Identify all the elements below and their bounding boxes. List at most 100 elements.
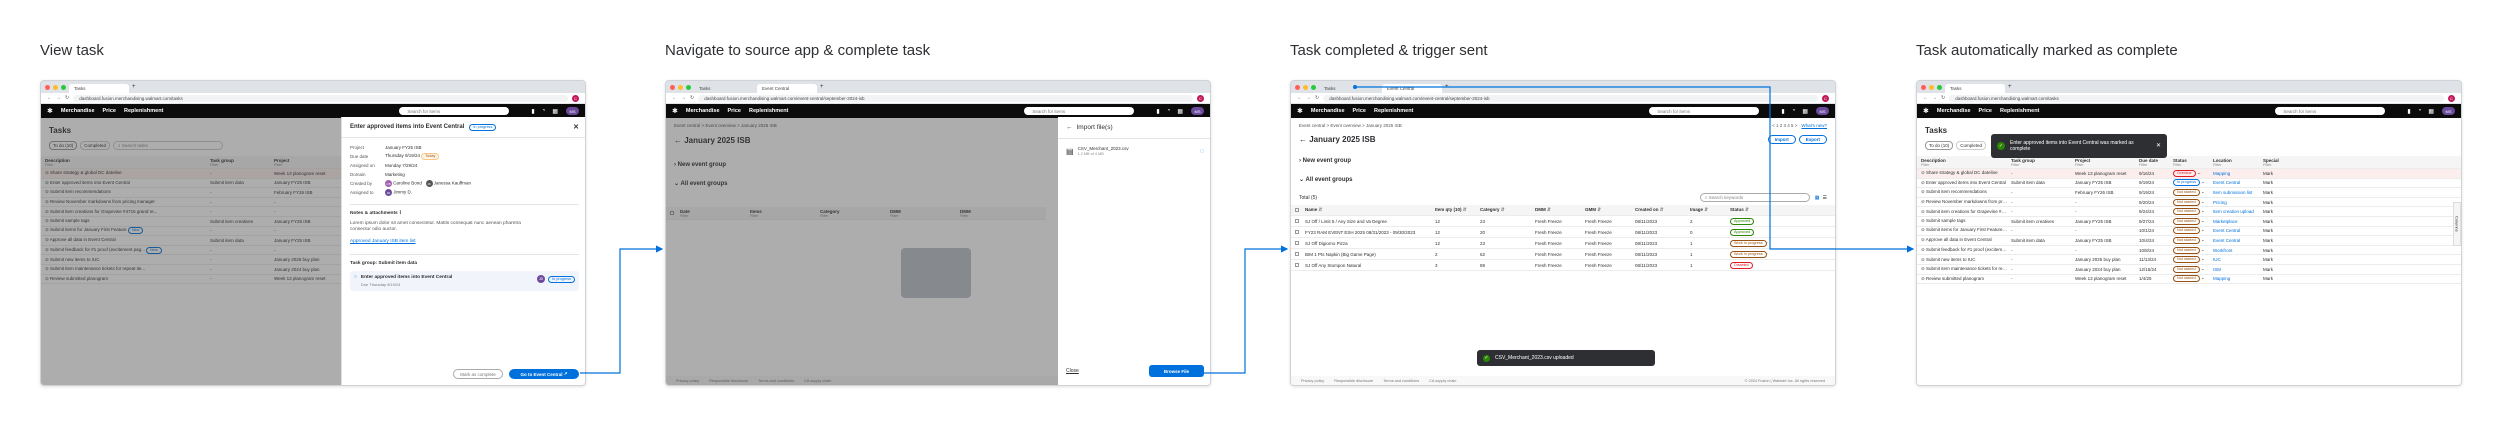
row-checkbox[interactable] xyxy=(1295,251,1299,256)
bell-icon[interactable]: ◔ xyxy=(2418,108,2422,115)
apps-grid-icon[interactable]: ▦ xyxy=(1177,108,1183,115)
column-header[interactable]: Task group Filter xyxy=(2011,158,2075,167)
browser-tab-tasks[interactable]: Tasks xyxy=(694,84,754,93)
spark-logo-icon[interactable]: ✱ xyxy=(672,107,678,115)
table-row[interactable]: FY23 RAM EVENT ESH 2025 08/31/2023 - 09/… xyxy=(1291,227,1835,238)
mark-complete-button[interactable]: Mark as complete xyxy=(453,369,503,379)
task-status[interactable]: Not started ⌄ xyxy=(2173,227,2213,235)
apps-grid-icon[interactable]: ▦ xyxy=(552,108,558,115)
bell-icon[interactable]: ◔ xyxy=(1792,108,1796,115)
minimize-dot-icon[interactable] xyxy=(53,84,58,90)
url-field[interactable]: dashboard.fusion.merchandising.walmart.c… xyxy=(698,94,1193,102)
table-row[interactable]: ⊘ Review November markdowns from pricing… xyxy=(1917,198,2461,208)
column-header[interactable]: Created on ⇵ xyxy=(1635,207,1690,213)
global-search-input[interactable]: Search for items xyxy=(1024,107,1135,115)
export-button[interactable]: Export xyxy=(1798,135,1827,144)
url-field[interactable]: dashboard.fusion.merchandising.walmart.c… xyxy=(1949,94,2444,102)
user-avatar[interactable]: MS xyxy=(566,107,579,115)
browser-profile-avatar[interactable]: C xyxy=(1197,94,1204,102)
filter-todo[interactable]: To do (10) xyxy=(1925,141,1954,150)
close-dot-icon[interactable] xyxy=(670,84,675,90)
filter-completed[interactable]: Completed xyxy=(1956,141,1987,150)
task-status[interactable]: In progress ⌄ xyxy=(2173,179,2213,187)
table-row[interactable]: ⊘ Submit item creations for Grapevine #4… xyxy=(1917,207,2461,217)
footer-link[interactable]: CA supply chain xyxy=(1429,379,1456,383)
nav-replenishment[interactable]: Replenishment xyxy=(2000,108,2039,114)
forward-icon[interactable]: → xyxy=(1932,95,1937,101)
spark-logo-icon[interactable]: ✱ xyxy=(47,107,53,115)
browser-tab[interactable]: Tasks xyxy=(1945,84,2005,93)
browser-profile-avatar[interactable]: C xyxy=(1822,94,1829,102)
apps-grid-icon[interactable]: ▦ xyxy=(1802,108,1808,115)
minimize-dot-icon[interactable] xyxy=(678,84,683,90)
new-tab-icon[interactable]: + xyxy=(1445,84,1449,90)
close-icon[interactable]: ✕ xyxy=(2156,143,2161,149)
task-location-link[interactable]: Pricing xyxy=(2213,200,2263,205)
maximize-dot-icon[interactable] xyxy=(1937,84,1942,90)
nav-merchandise[interactable]: Merchandise xyxy=(61,108,95,114)
table-row[interactable]: SJ Off Any Stompon Natural 3 89 Fresh Freez… xyxy=(1291,260,1835,271)
task-location-link[interactable]: Mapping xyxy=(2213,171,2263,176)
nav-price[interactable]: Price xyxy=(1353,108,1366,114)
back-icon[interactable]: ← xyxy=(1297,95,1302,101)
forward-icon[interactable]: → xyxy=(56,95,61,101)
back-arrow-icon[interactable]: ← xyxy=(1299,135,1309,144)
table-row[interactable]: ⊘ Submit item maintenance tickets for re… xyxy=(1917,265,2461,275)
bookmark-icon[interactable]: ▮ xyxy=(531,108,534,115)
row-checkbox[interactable] xyxy=(1295,218,1299,223)
table-row[interactable]: ⊘ Share strategy & global DC dateline - We… xyxy=(1917,169,2461,179)
notes-link[interactable]: Approved January ISB item list xyxy=(350,239,579,244)
footer-link[interactable]: Privacy policy xyxy=(1301,379,1324,383)
column-header[interactable]: Item qty (10) ⇵ xyxy=(1435,207,1480,213)
table-row[interactable]: BIM 1 Pts Napkin (Big Game Page) 2 62 Fresh… xyxy=(1291,249,1835,260)
table-row[interactable]: SJ Off / Limit 5 / Any Size and Va Degre… xyxy=(1291,216,1835,227)
task-location-link[interactable]: Event Central xyxy=(2213,228,2263,233)
bell-icon[interactable]: ◔ xyxy=(1167,108,1171,115)
footer-link[interactable]: Terms and conditions xyxy=(1383,379,1419,383)
nav-merchandise[interactable]: Merchandise xyxy=(686,108,720,114)
footer-link[interactable]: Responsible disclosure xyxy=(1334,379,1373,383)
task-location-link[interactable]: Marketplace xyxy=(2213,219,2263,224)
browser-profile-avatar[interactable]: C xyxy=(2448,94,2455,102)
keyword-search-input[interactable]: ⌕ Search keywords xyxy=(1699,193,1810,202)
row-checkbox[interactable] xyxy=(1295,240,1299,245)
close-dot-icon[interactable] xyxy=(45,84,50,90)
table-row[interactable]: ⊘ Submit new items to IUC - January 2025 b… xyxy=(1917,255,2461,265)
close-icon[interactable]: ✕ xyxy=(573,123,579,131)
bell-icon[interactable]: ◔ xyxy=(542,108,546,115)
nav-replenishment[interactable]: Replenishment xyxy=(749,108,788,114)
task-status[interactable]: Not started ⌄ xyxy=(2173,188,2213,196)
nav-replenishment[interactable]: Replenishment xyxy=(1374,108,1413,114)
forward-icon[interactable]: → xyxy=(1306,95,1311,101)
apps-grid-icon[interactable]: ▦ xyxy=(2428,108,2434,115)
column-header[interactable]: Project Filter xyxy=(2075,158,2139,167)
minimize-dot-icon[interactable] xyxy=(1303,84,1308,90)
reload-icon[interactable]: ↻ xyxy=(690,95,694,101)
new-tab-icon[interactable]: + xyxy=(820,84,824,90)
task-status[interactable]: Not started ⌄ xyxy=(2173,265,2213,273)
all-event-groups[interactable]: ⌄ All event groups xyxy=(1291,164,1835,183)
browser-tab-tasks[interactable]: Tasks xyxy=(1319,84,1379,93)
task-status[interactable]: Not started ⌄ xyxy=(2173,217,2213,225)
bookmark-icon[interactable]: ▮ xyxy=(1781,108,1784,115)
user-avatar[interactable]: MS xyxy=(2442,107,2455,115)
url-field[interactable]: dashboard.fusion.merchandising.walmart.c… xyxy=(1323,94,1818,102)
global-search-input[interactable]: Search for items xyxy=(2275,107,2386,115)
reload-icon[interactable]: ↻ xyxy=(1315,95,1319,101)
row-checkbox[interactable] xyxy=(1295,262,1299,267)
task-location-link[interactable]: Item creation upload xyxy=(2213,209,2263,214)
column-header[interactable]: Status Filter xyxy=(2173,158,2213,167)
bookmark-icon[interactable]: ▮ xyxy=(2407,108,2410,115)
row-checkbox[interactable] xyxy=(1295,229,1299,234)
whats-new-link[interactable]: What's new? xyxy=(1801,123,1827,128)
column-header[interactable]: Due date Filter xyxy=(2139,158,2173,167)
task-location-link[interactable]: Item submission list xyxy=(2213,190,2263,195)
table-row[interactable]: ⊘ Approve all data in Event Central Submi… xyxy=(1917,236,2461,246)
column-header[interactable]: Image ⇵ xyxy=(1690,207,1730,213)
back-arrow-icon[interactable]: ← xyxy=(1066,124,1073,131)
browser-tab-event[interactable]: Event Central xyxy=(757,84,817,93)
task-location-link[interactable]: IUC xyxy=(2213,257,2263,262)
task-status[interactable]: Not started ⌄ xyxy=(2173,198,2213,206)
task-status[interactable]: Not started ⌄ xyxy=(2173,275,2213,283)
browse-file-button[interactable]: Browse File xyxy=(1149,365,1204,377)
